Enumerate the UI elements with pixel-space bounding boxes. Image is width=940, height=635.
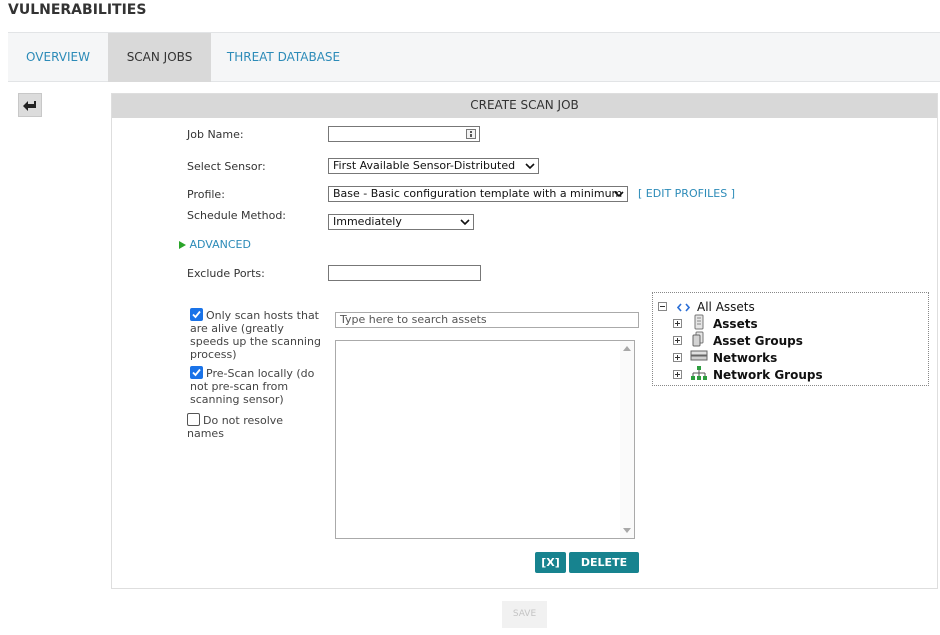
option-pre-scan-locally-label: Pre-Scan locally (do not pre-scan from s…	[190, 367, 315, 406]
schedule-method-select[interactable]: Immediately	[328, 214, 474, 230]
field-options-icon	[466, 129, 476, 139]
panel-title: CREATE SCAN JOB	[112, 94, 937, 118]
chevron-down-icon	[525, 163, 535, 170]
tab-threat-database[interactable]: THREAT DATABASE	[211, 33, 356, 82]
scroll-up-icon[interactable]	[623, 346, 631, 351]
option-do-not-resolve[interactable]: Do not resolve names	[187, 413, 307, 440]
server-icon	[694, 314, 704, 330]
back-button[interactable]	[18, 93, 42, 117]
expand-icon[interactable]	[673, 336, 682, 345]
tree-item-network-groups[interactable]: Network Groups	[713, 367, 823, 383]
tree-root-all-assets[interactable]: All Assets	[697, 299, 755, 315]
remove-selected-button[interactable]: [X]	[535, 552, 566, 573]
collapse-icon[interactable]	[658, 302, 667, 311]
tree-item-networks[interactable]: Networks	[713, 350, 777, 366]
asset-tree: All Assets Assets Asset Groups Networks	[652, 292, 929, 386]
list-scrollbar[interactable]	[620, 341, 634, 538]
selected-assets-list[interactable]	[335, 340, 635, 539]
advanced-label: ADVANCED	[189, 238, 251, 251]
tab-bar: OVERVIEW SCAN JOBS THREAT DATABASE	[8, 32, 940, 82]
schedule-method-label: Schedule Method:	[187, 209, 287, 222]
option-pre-scan-locally[interactable]: Pre-Scan locally (do not pre-scan from s…	[190, 366, 320, 406]
advanced-toggle[interactable]: ADVANCED	[179, 238, 251, 251]
exclude-ports-label: Exclude Ports:	[187, 267, 265, 280]
create-scan-job-panel: CREATE SCAN JOB Job Name: Select Sensor:…	[111, 93, 938, 590]
sensor-select-value: First Available Sensor-Distributed	[333, 159, 516, 172]
code-brackets-icon	[677, 303, 690, 312]
chevron-down-icon	[614, 191, 624, 198]
tree-item-asset-groups[interactable]: Asset Groups	[713, 333, 803, 349]
save-button[interactable]: SAVE	[502, 601, 547, 628]
exclude-ports-input[interactable]	[328, 265, 481, 281]
network-device-icon	[690, 350, 708, 361]
tree-item-assets[interactable]: Assets	[713, 316, 758, 332]
triangle-right-icon	[179, 241, 186, 249]
expand-icon[interactable]	[673, 319, 682, 328]
checkbox-unchecked-icon[interactable]	[187, 413, 200, 426]
chevron-down-icon	[460, 219, 470, 226]
checkbox-checked-icon[interactable]	[190, 366, 203, 379]
expand-icon[interactable]	[673, 353, 682, 362]
network-groups-icon	[691, 366, 707, 380]
back-arrow-icon	[23, 101, 36, 111]
asset-search-input[interactable]: Type here to search assets	[335, 312, 639, 328]
schedule-method-value: Immediately	[333, 215, 402, 228]
checkbox-checked-icon[interactable]	[190, 308, 203, 321]
page-title: VULNERABILITIES	[8, 2, 147, 18]
scroll-down-icon[interactable]	[623, 528, 631, 533]
job-name-label: Job Name:	[187, 128, 244, 141]
delete-all-button[interactable]: DELETE ALL	[569, 552, 639, 590]
profile-select-value: Base - Basic configuration template with…	[333, 187, 623, 200]
option-do-not-resolve-label: Do not resolve names	[187, 414, 284, 440]
profile-select[interactable]: Base - Basic configuration template with…	[328, 186, 628, 202]
select-sensor-label: Select Sensor:	[187, 160, 266, 173]
option-alive-hosts-label: Only scan hosts that are alive (greatly …	[190, 309, 321, 361]
tab-scan-jobs[interactable]: SCAN JOBS	[108, 33, 211, 82]
option-alive-hosts[interactable]: Only scan hosts that are alive (greatly …	[190, 308, 325, 361]
expand-icon[interactable]	[673, 370, 682, 379]
job-name-input[interactable]	[328, 126, 480, 142]
profile-label: Profile:	[187, 188, 225, 201]
asset-group-icon	[692, 331, 704, 347]
sensor-select[interactable]: First Available Sensor-Distributed	[328, 158, 539, 174]
tab-overview[interactable]: OVERVIEW	[8, 33, 108, 82]
edit-profiles-link[interactable]: [ EDIT PROFILES ]	[638, 187, 735, 200]
